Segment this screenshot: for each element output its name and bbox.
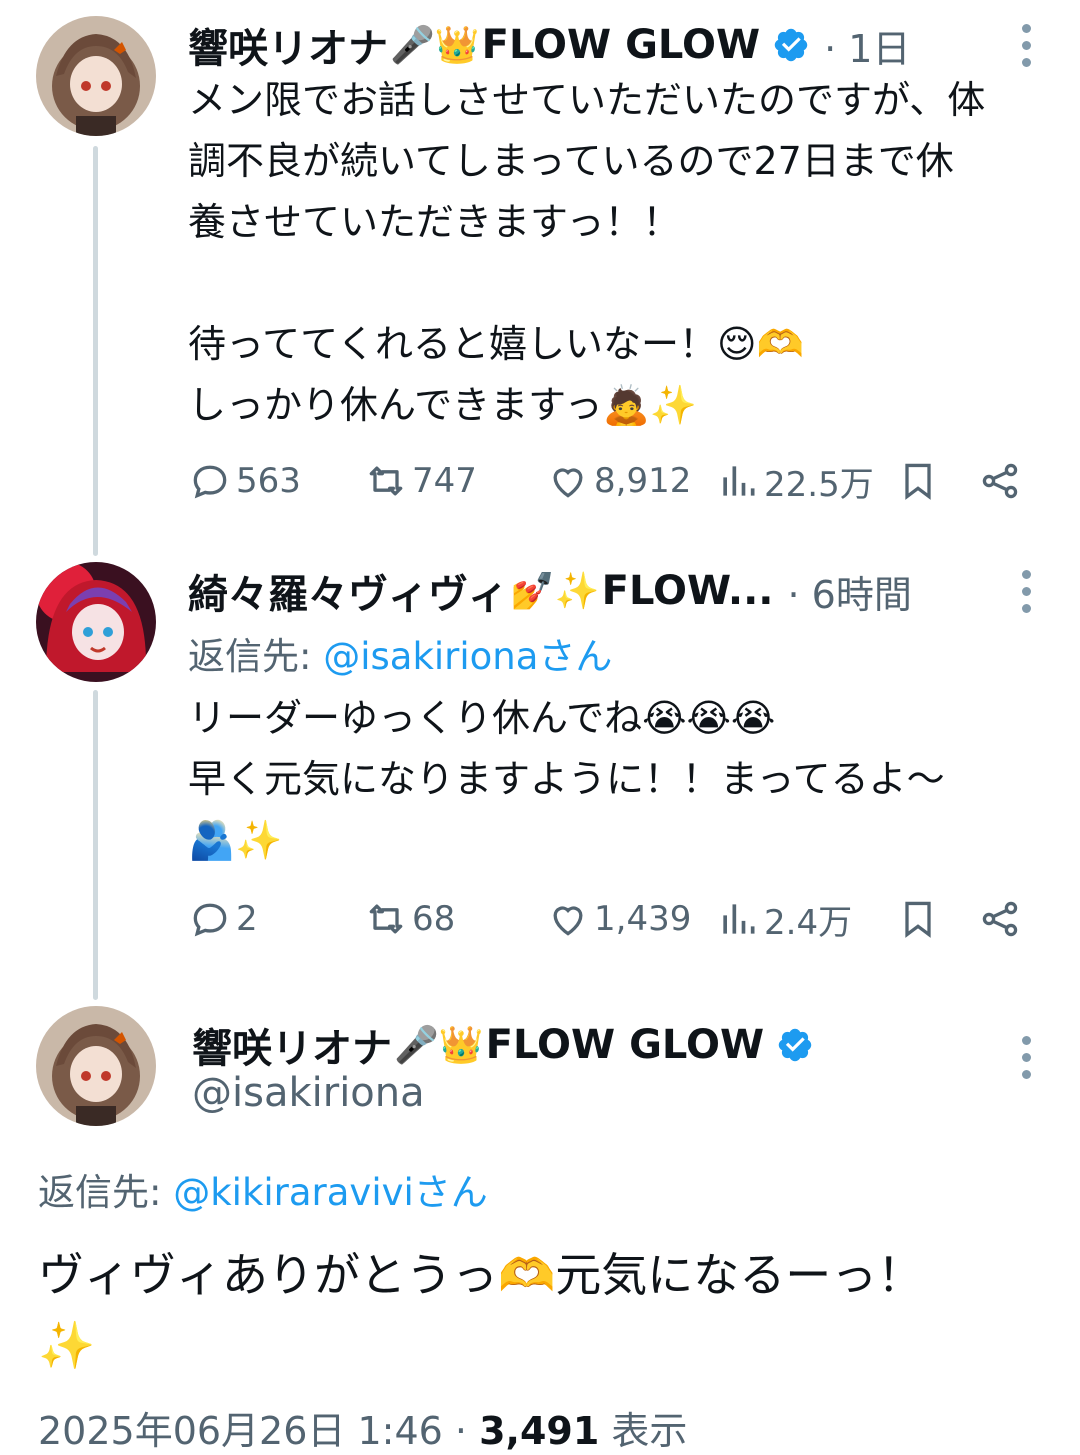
tweet2-time[interactable]: · 6時間 bbox=[788, 564, 912, 619]
tweet1-actions: 563 747 8,912 22.5万 bbox=[188, 456, 1038, 506]
tweet2-more-icon[interactable] bbox=[1020, 570, 1032, 613]
main-author-suffix[interactable]: FLOW GLOW bbox=[486, 1022, 764, 1068]
main-reply-to: 返信先: @kikiraraviviさん bbox=[38, 1162, 488, 1216]
retweet-icon bbox=[369, 466, 403, 496]
tweet2-retweet-count: 68 bbox=[412, 899, 456, 939]
tweet1-view-count: 22.5万 bbox=[764, 464, 874, 505]
main-tweet-more-icon[interactable] bbox=[1020, 1036, 1032, 1079]
tweet2-share-button[interactable] bbox=[978, 894, 1026, 944]
tweet1-bookmark-button[interactable] bbox=[896, 456, 944, 506]
tweet1-like-count: 8,912 bbox=[594, 461, 692, 501]
tweet1-retweet-button[interactable]: 747 bbox=[364, 456, 477, 506]
reply-icon bbox=[193, 465, 227, 499]
main-tweet-meta: 2025年06月26日 1:46 · 3,491 表示 bbox=[38, 1400, 687, 1455]
tweet1-like-button[interactable]: 8,912 bbox=[546, 456, 691, 506]
bookmark-icon bbox=[905, 463, 931, 500]
main-tweet-timestamp[interactable]: 2025年06月26日 1:46 · bbox=[38, 1409, 479, 1453]
main-author-name[interactable]: 響咲リオナ bbox=[192, 1016, 392, 1074]
tweet2-author-name[interactable]: 綺々羅々ヴィヴィ bbox=[188, 562, 508, 620]
avatar-rionna[interactable] bbox=[36, 16, 156, 136]
tweet2-reply-handle[interactable]: @isakirionaさん bbox=[323, 635, 612, 678]
tweet2-actions: 2 68 1,439 2.4万 bbox=[188, 894, 1038, 944]
share-icon bbox=[982, 463, 1018, 499]
avatar-rionna-main[interactable] bbox=[36, 1006, 156, 1126]
tweet1-author-name[interactable]: 響咲リオナ bbox=[188, 16, 388, 74]
avatar-vivi[interactable] bbox=[36, 562, 156, 682]
main-tweet-text: ヴィヴィありがとうっ🫶元気になるーっ！ ✨ bbox=[38, 1248, 924, 1372]
tweet2-retweet-button[interactable]: 68 bbox=[364, 894, 455, 944]
verified-badge-icon bbox=[772, 26, 810, 64]
main-author-handle[interactable]: @isakiriona bbox=[192, 1070, 425, 1116]
thread-line-2 bbox=[93, 690, 98, 1000]
tweet2-text: リーダーゆっくり休んでね😭😭😭 早く元気になりますように！！まってるよ〜🫂✨ bbox=[188, 696, 945, 862]
tweet1-retweet-count: 747 bbox=[412, 461, 477, 501]
tweet2-bookmark-button[interactable] bbox=[896, 894, 944, 944]
tweet1-more-icon[interactable] bbox=[1020, 24, 1032, 67]
tweet1-share-button[interactable] bbox=[978, 456, 1026, 506]
main-tweet-view-label: 表示 bbox=[599, 1409, 688, 1453]
tweet1-reply-button[interactable]: 563 bbox=[188, 456, 301, 506]
main-tweet-view-count: 3,491 bbox=[479, 1409, 600, 1453]
views-icon bbox=[723, 904, 755, 934]
tweet2-like-button[interactable]: 1,439 bbox=[546, 894, 691, 944]
thread-line-1 bbox=[93, 146, 98, 556]
heart-icon bbox=[553, 906, 583, 936]
tweet1-views-button[interactable]: 22.5万 bbox=[716, 456, 874, 506]
verified-badge-icon bbox=[776, 1026, 814, 1064]
reply-icon bbox=[193, 903, 227, 937]
tweet1-author-suffix[interactable]: FLOW GLOW bbox=[482, 22, 760, 68]
tweet2-name-emojis: 💅✨ bbox=[510, 571, 600, 612]
main-reply-handle[interactable]: @kikiraraviviさん bbox=[173, 1171, 488, 1214]
tweet2-view-count: 2.4万 bbox=[764, 902, 853, 943]
heart-icon bbox=[553, 468, 583, 498]
tweet2-reply-count: 2 bbox=[236, 899, 258, 939]
tweet2-views-button[interactable]: 2.4万 bbox=[716, 894, 852, 944]
tweet2-reply-button[interactable]: 2 bbox=[188, 894, 258, 944]
tweet1-header: 響咲リオナ 🎤👑 FLOW GLOW · 1日 bbox=[188, 16, 910, 74]
tweet1-text: メン限でお話しさせていただいたのですが、体調不良が続いてしまっているので27日ま… bbox=[188, 78, 986, 427]
tweet1-reply-count: 563 bbox=[236, 461, 301, 501]
tweet2-reply-prefix: 返信先: bbox=[188, 635, 324, 678]
views-icon bbox=[723, 466, 755, 496]
bookmark-icon bbox=[905, 901, 931, 938]
tweet2-author-suffix[interactable]: FLOW... bbox=[602, 568, 774, 614]
main-reply-prefix: 返信先: bbox=[38, 1171, 174, 1214]
tweet1-name-emojis: 🎤👑 bbox=[390, 25, 480, 66]
share-icon bbox=[982, 901, 1018, 937]
retweet-icon bbox=[369, 904, 403, 934]
main-name-emojis: 🎤👑 bbox=[394, 1025, 484, 1066]
tweet1-time[interactable]: · 1日 bbox=[824, 18, 910, 73]
tweet2-reply-to: 返信先: @isakirionaさん bbox=[188, 626, 612, 680]
tweet2-like-count: 1,439 bbox=[594, 899, 692, 939]
main-tweet-header: 響咲リオナ 🎤👑 FLOW GLOW bbox=[192, 1016, 814, 1074]
tweet2-header: 綺々羅々ヴィヴィ 💅✨ FLOW... · 6時間 bbox=[188, 562, 912, 620]
